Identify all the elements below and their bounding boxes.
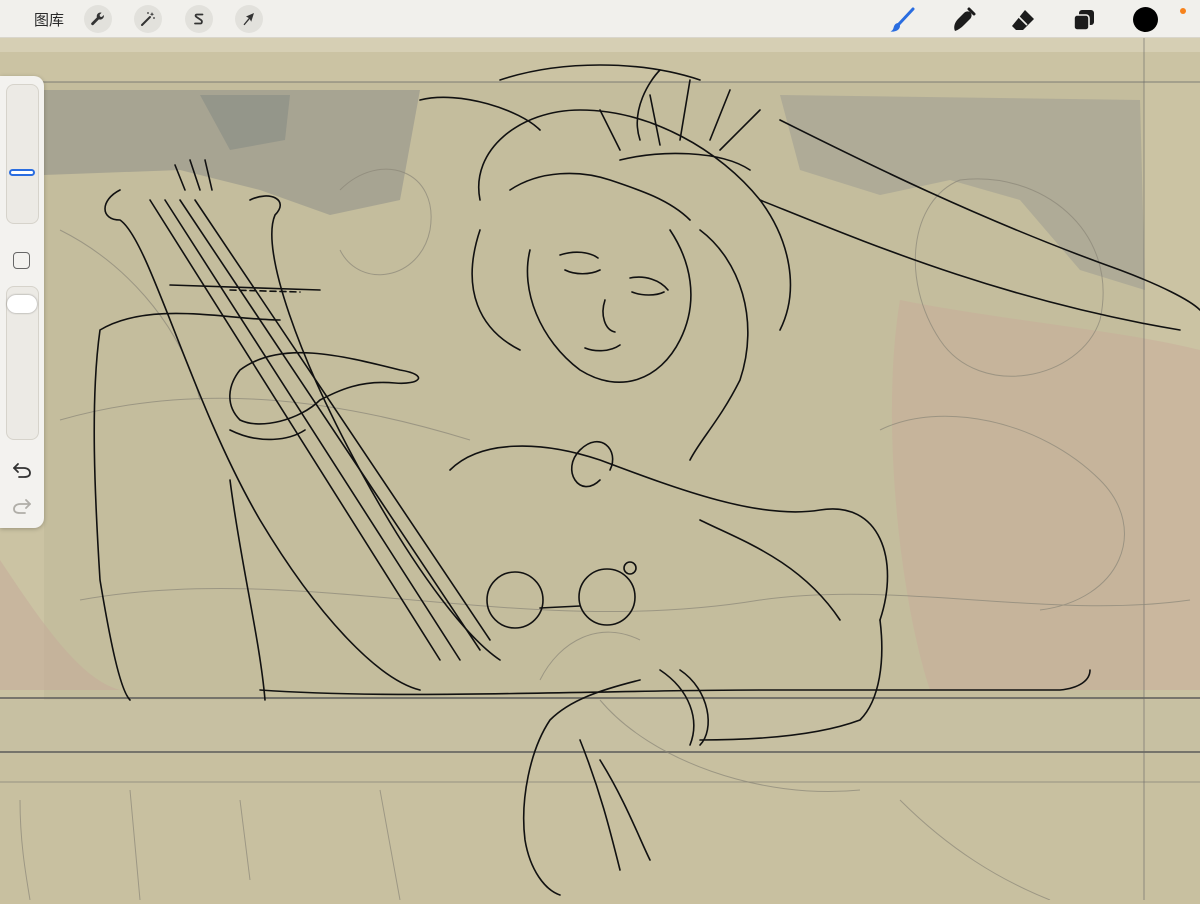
gallery-button[interactable]: 图库 <box>34 9 64 30</box>
adjustments-button[interactable] <box>134 5 162 33</box>
layers-button[interactable] <box>1069 5 1099 35</box>
selection-icon <box>194 13 204 25</box>
eraser-icon <box>1012 10 1034 30</box>
drawing-canvas[interactable] <box>0 38 1200 901</box>
brush-sidebar <box>0 76 44 528</box>
magic-wand-icon <box>141 12 155 26</box>
smudge-icon <box>954 7 976 31</box>
redo-icon[interactable] <box>11 496 33 516</box>
undo-icon[interactable] <box>11 460 33 480</box>
top-toolbar: 图库 <box>0 0 1200 38</box>
opacity-handle[interactable] <box>7 295 37 313</box>
status-dot <box>1180 8 1186 14</box>
selection-button[interactable] <box>185 5 213 33</box>
smudge-tool-button[interactable] <box>948 5 978 35</box>
brush-size-slider[interactable] <box>6 84 39 224</box>
brush-icon <box>890 7 915 32</box>
brush-tool-button[interactable] <box>887 5 917 35</box>
color-swatch-button[interactable] <box>1133 7 1158 32</box>
canvas-artwork <box>0 38 1200 901</box>
actions-button[interactable] <box>84 5 112 33</box>
layers-icon <box>1073 10 1094 31</box>
modify-button[interactable] <box>13 252 30 269</box>
transform-arrow-icon <box>243 13 254 26</box>
transform-button[interactable] <box>235 5 263 33</box>
eraser-tool-button[interactable] <box>1008 5 1038 35</box>
wrench-icon <box>91 12 104 26</box>
brush-size-handle[interactable] <box>9 169 35 176</box>
